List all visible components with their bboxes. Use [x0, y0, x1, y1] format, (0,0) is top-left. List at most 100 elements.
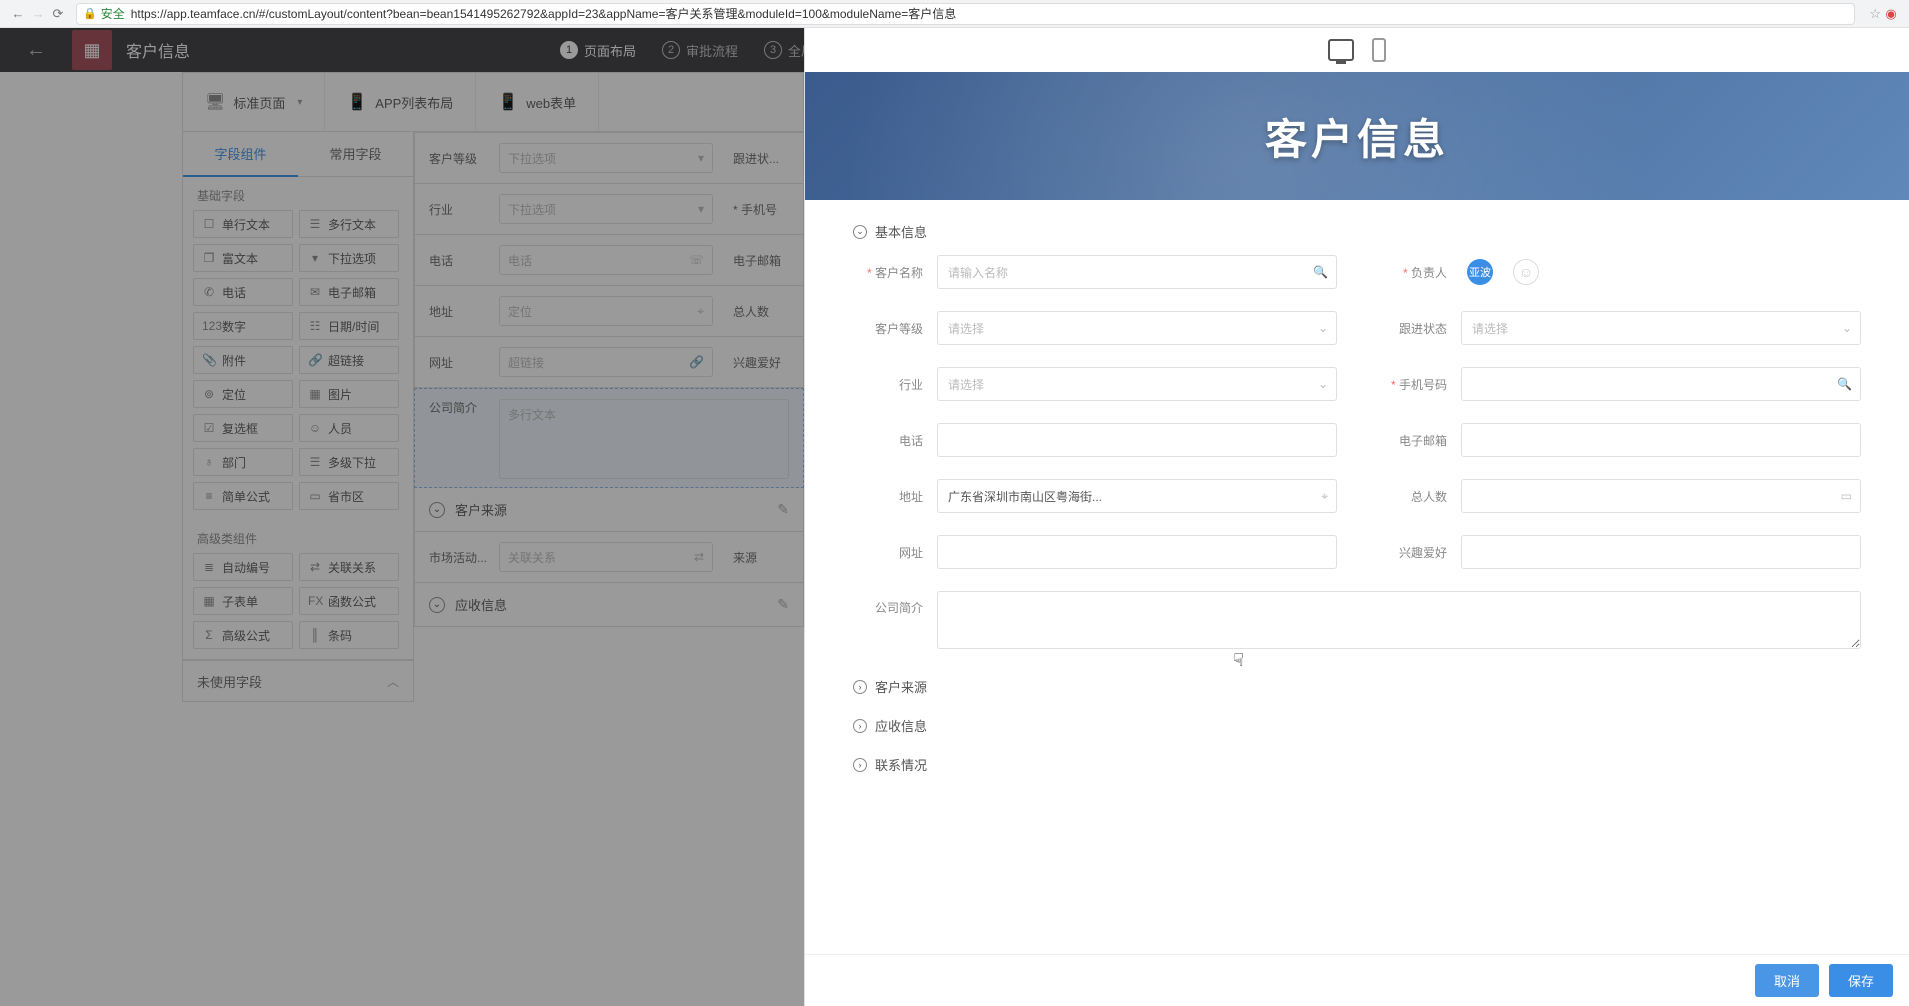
- device-mobile-icon[interactable]: [1372, 38, 1386, 62]
- field-chip-label: 日期/时间: [328, 318, 379, 335]
- form-grid: 客户名称 请输入名称 🔍 负责人 亚波 ☺ 客户等级 请选择⌄ 跟进状态 请选择…: [853, 251, 1861, 667]
- search-icon: 🔍: [1837, 377, 1852, 391]
- device-icon: 📱: [498, 92, 518, 112]
- field-chip[interactable]: ♁部门: [193, 448, 293, 476]
- address-input[interactable]: 广东省深圳市南山区粤海街...⌖: [937, 479, 1337, 513]
- phone-input[interactable]: [937, 423, 1337, 457]
- field-chip[interactable]: FX函数公式: [299, 587, 399, 615]
- palette-tab[interactable]: 常用字段: [298, 132, 413, 177]
- preview-drawer: 客户信息 ⌄ 基本信息 客户名称 请输入名称 🔍 负责人 亚波 ☺ 客户等级: [804, 28, 1909, 1006]
- palette-tab[interactable]: 字段组件: [183, 132, 298, 177]
- field-placeholder-box: 下拉选项▾: [499, 143, 713, 173]
- edit-icon[interactable]: ✎: [777, 596, 789, 613]
- cancel-button[interactable]: 取消: [1755, 964, 1819, 997]
- hobby-input[interactable]: [1461, 535, 1861, 569]
- nav-back-icon[interactable]: ←: [8, 6, 28, 21]
- status-select[interactable]: 请选择⌄: [1461, 311, 1861, 345]
- section-label: 基本信息: [875, 222, 927, 241]
- url-input[interactable]: [937, 535, 1337, 569]
- builder-field-row[interactable]: 行业下拉选项▾* 手机号: [414, 184, 804, 235]
- field-type-icon: 🔗: [689, 355, 704, 369]
- field-chip[interactable]: ▦子表单: [193, 587, 293, 615]
- builder-section-header[interactable]: ⌄应收信息✎: [414, 583, 804, 627]
- field-type-icon: ✉: [308, 285, 322, 299]
- description-textarea[interactable]: [937, 591, 1861, 649]
- builder-field-row[interactable]: 电话电话☏电子邮箱: [414, 235, 804, 286]
- mobile-input[interactable]: 🔍: [1461, 367, 1861, 401]
- step-number-icon: 3: [764, 41, 782, 59]
- field-chip[interactable]: ✉电子邮箱: [299, 278, 399, 306]
- field-chip[interactable]: ☑复选框: [193, 414, 293, 442]
- field-chip[interactable]: ⊚定位: [193, 380, 293, 408]
- layout-tab[interactable]: 🖥标准页面▾: [183, 73, 325, 131]
- wizard-step[interactable]: 2审批流程: [662, 41, 738, 60]
- field-chip[interactable]: 123数字: [193, 312, 293, 340]
- field-chip[interactable]: ▭省市区: [299, 482, 399, 510]
- layout-tab[interactable]: 📱 web表单: [476, 73, 599, 131]
- field-right-label: 电子邮箱: [733, 252, 789, 269]
- layout-tab[interactable]: 📱APP列表布局: [325, 73, 476, 131]
- field-chip[interactable]: 📎附件: [193, 346, 293, 374]
- builder-section-header[interactable]: ⌄客户来源✎: [414, 488, 804, 532]
- card-icon: ▭: [1841, 489, 1852, 503]
- field-chip[interactable]: ✆电话: [193, 278, 293, 306]
- builder-field-row[interactable]: 客户等级下拉选项▾跟进状...: [414, 132, 804, 184]
- field-chip[interactable]: ≡简单公式: [193, 482, 293, 510]
- tab-label: 标准页面: [233, 93, 285, 112]
- add-user-icon[interactable]: ☺: [1513, 259, 1539, 285]
- drawer-section-toggle[interactable]: ›客户来源: [853, 667, 1861, 706]
- field-chip[interactable]: 🔗超链接: [299, 346, 399, 374]
- extension-icon[interactable]: ◉: [1881, 6, 1901, 22]
- field-chip[interactable]: ☺人员: [299, 414, 399, 442]
- field-chip[interactable]: ☐单行文本: [193, 210, 293, 238]
- nav-reload-icon[interactable]: ⟳: [48, 6, 68, 22]
- chevron-right-icon: ›: [853, 680, 867, 694]
- section-label: 客户来源: [455, 500, 507, 519]
- field-chip[interactable]: ❐富文本: [193, 244, 293, 272]
- save-button[interactable]: 保存: [1829, 964, 1893, 997]
- field-chip-label: 关联关系: [328, 559, 376, 576]
- field-placeholder-box: 超链接🔗: [499, 347, 713, 377]
- tab-label: web表单: [526, 93, 576, 112]
- field-chip[interactable]: ☰多级下拉: [299, 448, 399, 476]
- builder-field-row[interactable]: 市场活动...关联关系⇄来源: [414, 532, 804, 583]
- drawer-section-toggle[interactable]: ›联系情况: [853, 745, 1861, 784]
- builder-field-row-selected[interactable]: 公司简介多行文本: [414, 388, 804, 488]
- field-chip[interactable]: ⇄关联关系: [299, 553, 399, 581]
- browser-chrome: ← → ⟳ 🔒 安全 https://app.teamface.cn/#/cus…: [0, 0, 1909, 28]
- search-icon[interactable]: 🔍: [1313, 265, 1328, 279]
- industry-select[interactable]: 请选择⌄: [937, 367, 1337, 401]
- section-basic-info[interactable]: ⌄ 基本信息: [853, 212, 1861, 251]
- field-chip-label: 图片: [328, 386, 352, 403]
- field-chip[interactable]: ▦图片: [299, 380, 399, 408]
- field-chip[interactable]: ☷日期/时间: [299, 312, 399, 340]
- device-desktop-icon[interactable]: [1328, 39, 1354, 61]
- bookmark-star-icon[interactable]: ☆: [1869, 6, 1881, 22]
- wizard-step[interactable]: 1页面布局: [560, 41, 636, 60]
- drawer-footer: 取消 保存: [805, 954, 1909, 1006]
- step-number-icon: 1: [560, 41, 578, 59]
- field-chip[interactable]: ▾下拉选项: [299, 244, 399, 272]
- edit-icon[interactable]: ✎: [777, 501, 789, 518]
- builder-field-row[interactable]: 网址超链接🔗兴趣爱好: [414, 337, 804, 388]
- drawer-section-toggle[interactable]: ›应收信息: [853, 706, 1861, 745]
- field-right-label: 兴趣爱好: [733, 354, 789, 371]
- safe-label: 安全: [101, 5, 125, 22]
- nav-forward-icon[interactable]: →: [28, 6, 48, 21]
- owner-avatar[interactable]: 亚波: [1467, 259, 1493, 285]
- back-button[interactable]: ←: [0, 39, 72, 62]
- field-chip[interactable]: Σ高级公式: [193, 621, 293, 649]
- field-chip[interactable]: ☰多行文本: [299, 210, 399, 238]
- url-bar[interactable]: 🔒 安全 https://app.teamface.cn/#/customLay…: [76, 3, 1855, 25]
- level-select[interactable]: 请选择⌄: [937, 311, 1337, 345]
- builder-field-row[interactable]: 地址定位⌖总人数: [414, 286, 804, 337]
- page-title: 客户信息: [126, 38, 190, 62]
- field-right-label: 跟进状...: [733, 150, 789, 167]
- field-type-icon: ☐: [202, 217, 216, 231]
- field-chip[interactable]: ≣自动编号: [193, 553, 293, 581]
- unused-fields-toggle[interactable]: 未使用字段 ︿: [182, 660, 414, 702]
- headcount-input[interactable]: ▭: [1461, 479, 1861, 513]
- field-chip[interactable]: ║条码: [299, 621, 399, 649]
- customer-name-input[interactable]: 请输入名称 🔍: [937, 255, 1337, 289]
- email-input[interactable]: [1461, 423, 1861, 457]
